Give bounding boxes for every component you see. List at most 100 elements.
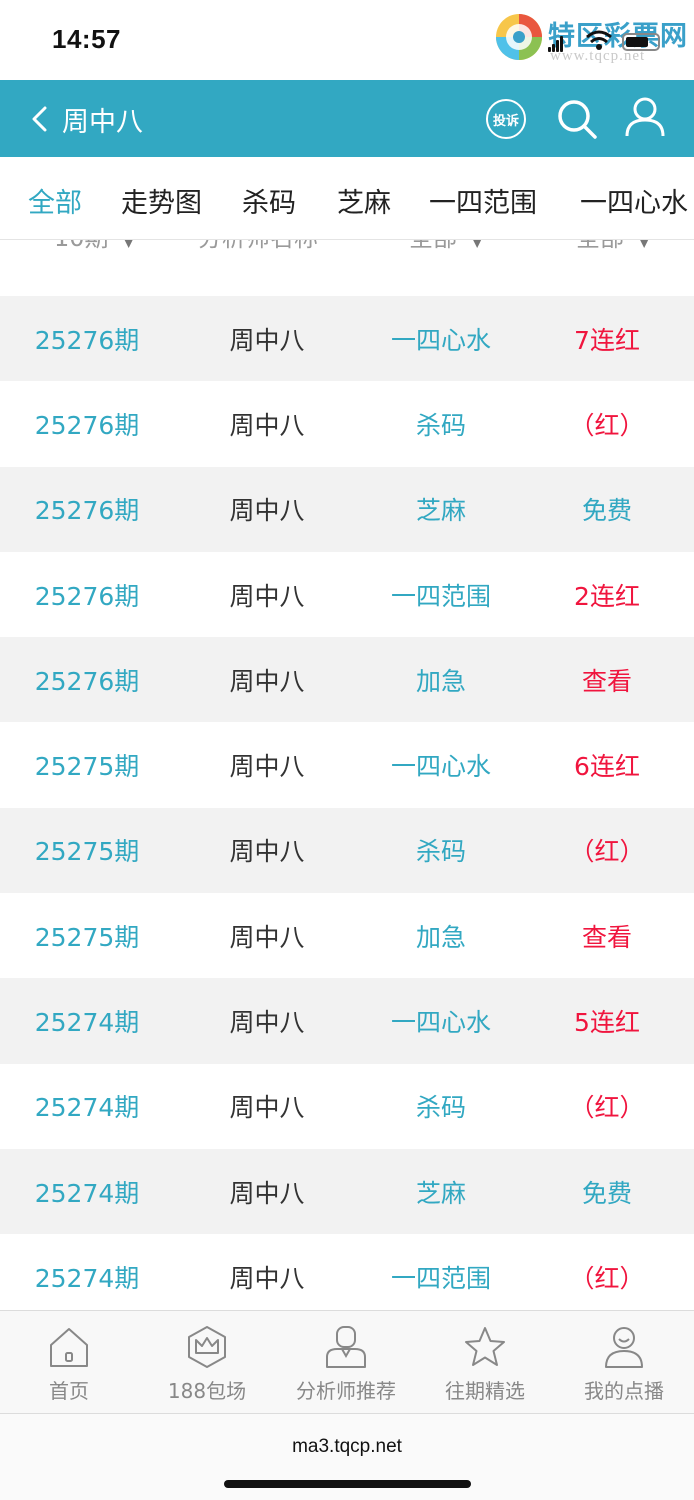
crown-icon bbox=[188, 1326, 226, 1368]
type-cell[interactable]: 杀码 bbox=[416, 406, 466, 442]
table-row[interactable]: 25275期 周中八 一四心水 6连红 bbox=[0, 722, 694, 808]
result-cell[interactable]: 2连红 bbox=[574, 577, 640, 613]
analyst-name-cell: 周中八 bbox=[229, 752, 305, 782]
period-cell: 25276期 bbox=[34, 666, 140, 696]
type-cell[interactable]: 加急 bbox=[416, 918, 466, 954]
battery-icon bbox=[622, 33, 660, 51]
tab-heart[interactable]: 一四心水 bbox=[580, 181, 688, 220]
analyst-name-cell: 周中八 bbox=[229, 1093, 305, 1123]
url-text[interactable]: ma3.tqcp.net bbox=[0, 1436, 694, 1458]
filter-row: 10期▼ 分析师名称 全部▼ 全部▼ bbox=[0, 240, 694, 296]
period-cell: 25275期 bbox=[34, 922, 140, 952]
analyst-name-cell: 周中八 bbox=[229, 837, 305, 867]
period-cell: 25275期 bbox=[34, 837, 140, 867]
period-cell: 25274期 bbox=[34, 1178, 140, 1208]
period-cell: 25274期 bbox=[34, 1263, 140, 1293]
type-cell[interactable]: 一四心水 bbox=[391, 321, 491, 357]
table-row[interactable]: 25276期 周中八 芝麻 免费 bbox=[0, 466, 694, 552]
result-cell[interactable]: 查看 bbox=[582, 918, 632, 954]
analyst-name-cell: 周中八 bbox=[229, 410, 305, 440]
table-row[interactable]: 25274期 周中八 杀码 （红） bbox=[0, 1063, 694, 1149]
status-time: 14:57 bbox=[52, 24, 121, 54]
home-icon bbox=[50, 1328, 88, 1367]
dropdown-triangle-icon: ▼ bbox=[122, 240, 135, 250]
table-row[interactable]: 25274期 周中八 一四范围 （红） bbox=[0, 1234, 694, 1310]
browser-bar: ma3.tqcp.net bbox=[0, 1414, 694, 1500]
analyst-name-cell: 周中八 bbox=[229, 581, 305, 611]
search-icon[interactable] bbox=[556, 98, 598, 140]
table-row[interactable]: 25276期 周中八 杀码 （红） bbox=[0, 381, 694, 467]
type-cell[interactable]: 一四范围 bbox=[391, 577, 491, 613]
records-list: 25276期 周中八 一四心水 7连红 25276期 周中八 杀码 （红） 25276期 周中八芝… bbox=[0, 296, 694, 1310]
table-row[interactable]: 25274期 周中八 一四心水 5连红 bbox=[0, 978, 694, 1064]
result-cell[interactable]: 6连红 bbox=[574, 747, 640, 783]
period-cell: 25276期 bbox=[34, 410, 140, 440]
table-row[interactable]: 25274期 周中八 芝麻 免费 bbox=[0, 1148, 694, 1235]
period-filter[interactable]: 10期▼ bbox=[54, 240, 135, 264]
complain-button[interactable]: 投诉 bbox=[486, 99, 526, 139]
home-indicator[interactable] bbox=[224, 1480, 471, 1488]
table-row[interactable]: 25275期 周中八 加急 查看 bbox=[0, 893, 694, 979]
type-cell[interactable]: 杀码 bbox=[416, 1088, 466, 1124]
analyst-name-cell: 周中八 bbox=[229, 666, 305, 696]
table-row[interactable]: 25276期 周中八 一四范围 2连红 bbox=[0, 551, 694, 638]
back-button[interactable]: 周中八 bbox=[28, 96, 143, 142]
period-cell: 25274期 bbox=[34, 1008, 140, 1038]
period-cell: 25276期 bbox=[34, 496, 140, 526]
analyst-name-cell: 周中八 bbox=[229, 1263, 305, 1293]
tab-range[interactable]: 一四范围 bbox=[429, 181, 537, 220]
result-cell[interactable]: （红） bbox=[569, 406, 644, 442]
result-cell[interactable]: 7连红 bbox=[574, 321, 640, 357]
app-page: 14:57 特区彩票网 www.tqcp.net 周中八 投诉 全部 走势图 杀… bbox=[0, 0, 694, 1500]
star-icon bbox=[465, 1327, 505, 1366]
tab-trend-chart[interactable]: 走势图 bbox=[121, 181, 202, 220]
category-tabs: 全部 走势图 杀码 芝麻 一四范围 一四心水 bbox=[0, 157, 694, 240]
result-cell[interactable]: （红） bbox=[569, 832, 644, 868]
user-icon[interactable] bbox=[624, 96, 666, 138]
result-cell[interactable]: （红） bbox=[569, 1088, 644, 1124]
analyst-name-cell: 周中八 bbox=[229, 325, 305, 355]
type-cell[interactable]: 一四心水 bbox=[391, 747, 491, 783]
tab-sesame[interactable]: 芝麻 bbox=[337, 181, 391, 220]
dropdown-triangle-icon: ▼ bbox=[471, 240, 484, 250]
result-cell[interactable]: 查看 bbox=[582, 662, 632, 698]
type-cell[interactable]: 一四范围 bbox=[391, 1259, 491, 1295]
type-cell[interactable]: 芝麻 bbox=[416, 491, 466, 527]
app-header: 周中八 投诉 bbox=[0, 80, 694, 157]
status-bar: 14:57 特区彩票网 www.tqcp.net bbox=[0, 0, 694, 80]
bottom-nav: 首页 188包场 分析师推荐 往期精选 我的点播 bbox=[0, 1310, 694, 1414]
result-cell[interactable]: （红） bbox=[569, 1259, 644, 1295]
period-cell: 25276期 bbox=[34, 325, 140, 355]
result-cell[interactable]: 5连红 bbox=[574, 1003, 640, 1039]
nav-188-package[interactable]: 188包场 bbox=[138, 1311, 276, 1415]
type-cell[interactable]: 一四心水 bbox=[391, 1003, 491, 1039]
page-title: 周中八 bbox=[62, 106, 143, 138]
type-cell[interactable]: 杀码 bbox=[416, 832, 466, 868]
nav-past-selection[interactable]: 往期精选 bbox=[416, 1311, 554, 1415]
tab-all[interactable]: 全部 bbox=[28, 181, 82, 220]
table-row[interactable]: 25276期 周中八 加急 查看 bbox=[0, 637, 694, 723]
nav-analyst-recommend[interactable]: 分析师推荐 bbox=[277, 1311, 415, 1415]
period-cell: 25274期 bbox=[34, 1093, 140, 1123]
analyst-name-cell: 周中八 bbox=[229, 1178, 305, 1208]
analyst-filter[interactable]: 分析师名称 bbox=[198, 240, 318, 264]
result-cell[interactable]: 免费 bbox=[582, 1174, 632, 1210]
type-cell[interactable]: 加急 bbox=[416, 662, 466, 698]
signal-icon bbox=[548, 36, 564, 52]
type-filter[interactable]: 全部▼ bbox=[409, 240, 483, 264]
analyst-name-cell: 周中八 bbox=[229, 496, 305, 526]
result-cell[interactable]: 免费 bbox=[582, 491, 632, 527]
nav-home[interactable]: 首页 bbox=[0, 1311, 138, 1415]
wifi-icon bbox=[586, 30, 612, 50]
result-filter[interactable]: 全部▼ bbox=[576, 240, 650, 264]
logo-swirl-icon bbox=[496, 14, 542, 60]
type-cell[interactable]: 芝麻 bbox=[416, 1174, 466, 1210]
table-row[interactable]: 25275期 周中八 杀码 （红） bbox=[0, 807, 694, 894]
analyst-icon bbox=[326, 1326, 366, 1368]
table-row[interactable]: 25276期 周中八 一四心水 7连红 bbox=[0, 296, 694, 382]
period-cell: 25276期 bbox=[34, 581, 140, 611]
dropdown-triangle-icon: ▼ bbox=[638, 240, 651, 250]
chevron-left-icon bbox=[32, 106, 47, 132]
tab-kill-code[interactable]: 杀码 bbox=[242, 181, 296, 220]
nav-my-playlist[interactable]: 我的点播 bbox=[555, 1311, 693, 1415]
